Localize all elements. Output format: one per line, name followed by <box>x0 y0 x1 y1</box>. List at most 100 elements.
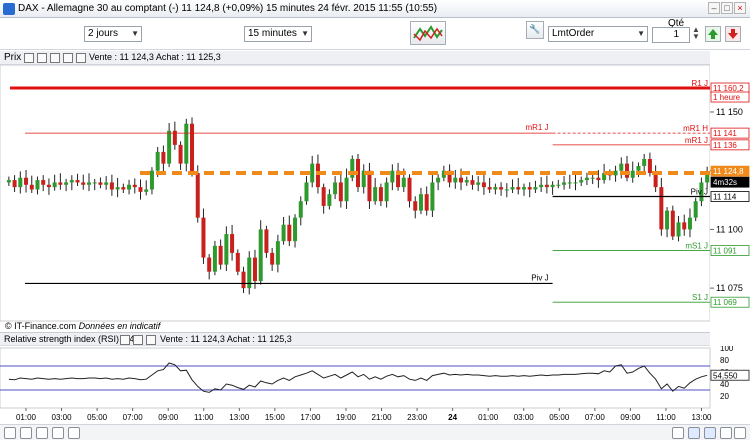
candle-body <box>470 180 475 185</box>
candle-body <box>304 182 309 202</box>
minimize-button[interactable]: – <box>708 2 720 14</box>
period-select[interactable]: 2 jours ▼ <box>84 26 142 42</box>
sell-button[interactable] <box>725 26 741 42</box>
level-label: mR1 H <box>683 124 708 133</box>
price-chart[interactable]: 11 15011 12511 10011 075mR1 JPiv JR1 JmR… <box>0 51 750 331</box>
candle-body <box>275 241 280 265</box>
candle-body <box>109 182 114 190</box>
window-icon[interactable] <box>133 335 143 345</box>
candle-body <box>92 182 97 184</box>
price-tag-label: 11 136 <box>713 141 737 150</box>
eraser-icon[interactable] <box>672 427 684 439</box>
candle-body <box>584 177 589 181</box>
candle-body <box>367 170 372 202</box>
candle-body <box>29 184 34 190</box>
candle-body <box>504 189 509 191</box>
wrench-icon: 🔧 <box>529 24 541 34</box>
candle-body <box>201 217 206 258</box>
candle-body <box>230 234 235 253</box>
wrench-button[interactable]: 🔧 <box>526 21 544 39</box>
candle-body <box>510 187 515 190</box>
candle-body <box>264 229 269 253</box>
candle-body <box>167 130 172 164</box>
close-button[interactable]: × <box>734 2 746 14</box>
candle-body <box>579 180 584 183</box>
candle-body <box>487 187 492 190</box>
close-icon[interactable] <box>146 335 156 345</box>
y-tick-label: 11 075 <box>716 283 743 293</box>
maximize-button[interactable]: □ <box>721 2 733 14</box>
candle-body <box>596 177 601 181</box>
level-label: S1 J <box>692 293 708 302</box>
candle-body <box>567 182 572 184</box>
candle-body <box>344 177 349 202</box>
candle-body <box>18 177 23 188</box>
line-tool-icon[interactable] <box>52 427 64 439</box>
x-tick-label: 03:00 <box>52 413 73 422</box>
zoom-out-icon[interactable] <box>734 427 746 439</box>
y-tick-label: 11 150 <box>716 107 743 117</box>
candle-body <box>619 163 624 171</box>
x-tick-label: 23:00 <box>407 413 428 422</box>
rsi-panel-header: Relative strength index (RSI) (14) Vente… <box>0 332 710 346</box>
wrench-icon[interactable] <box>120 335 130 345</box>
candle-body <box>647 158 652 174</box>
crosshair-icon[interactable] <box>36 427 48 439</box>
plot-area <box>0 64 711 322</box>
level-label: Piv J <box>531 273 548 282</box>
scroll-right-icon[interactable] <box>704 427 716 439</box>
x-tick-label: 21:00 <box>372 413 393 422</box>
candle-body <box>281 224 286 242</box>
candle-body <box>52 182 57 188</box>
disclaimer-label: Données en indicatif <box>78 321 161 331</box>
price-tag-label: 4m32s <box>713 178 737 187</box>
quantity-field[interactable]: 1 <box>652 27 690 43</box>
candle-body <box>138 187 143 192</box>
chevron-down-icon: ▼ <box>131 29 139 38</box>
candle-body <box>6 180 11 183</box>
rsi-tick-label: 20 <box>720 392 729 401</box>
candle-body <box>476 182 481 185</box>
candle-body <box>464 180 469 183</box>
buy-button[interactable] <box>705 26 721 42</box>
candle-body <box>562 182 567 185</box>
candle-body <box>252 257 257 282</box>
candle-body <box>224 234 229 265</box>
candle-body <box>258 229 263 282</box>
lock-icon[interactable] <box>4 427 16 439</box>
candle-body <box>687 217 692 230</box>
scroll-left-icon[interactable] <box>688 427 700 439</box>
candle-body <box>298 201 303 218</box>
quantity-value: 1 <box>673 29 679 40</box>
candle-body <box>590 177 595 179</box>
x-tick-label: 24 <box>448 413 457 422</box>
zoom-icon[interactable] <box>20 427 32 439</box>
candle-body <box>424 194 429 211</box>
order-type-select[interactable]: LmtOrder ▼ <box>548 26 648 42</box>
text-tool-icon[interactable] <box>68 427 80 439</box>
rsi-tick-label: 80 <box>720 356 729 365</box>
zoom-in-icon[interactable] <box>720 427 732 439</box>
price-tag-label: 11 069 <box>713 298 737 307</box>
quantity-stepper[interactable]: ▲ ▼ <box>692 26 700 41</box>
candle-body <box>161 151 166 164</box>
candle-body <box>81 182 86 185</box>
candle-body <box>430 182 435 211</box>
rsi-chart[interactable]: 1008060402054,55001:0003:0005:0007:0009:… <box>0 346 750 424</box>
interval-select-value: 15 minutes <box>248 28 297 39</box>
period-select-value: 2 jours <box>88 28 119 39</box>
candle-body <box>86 182 91 185</box>
price-tag-label: 11 141 <box>713 129 737 138</box>
candle-body <box>75 180 80 183</box>
strategy-button[interactable] <box>410 21 446 45</box>
candle-body <box>378 187 383 202</box>
x-tick-label: 19:00 <box>336 413 357 422</box>
candle-body <box>493 187 498 190</box>
interval-select[interactable]: 15 minutes ▼ <box>244 26 312 42</box>
candle-body <box>636 165 641 171</box>
candle-body <box>155 151 160 171</box>
level-label: mR1 J <box>685 136 708 145</box>
x-tick-label: 11:00 <box>656 413 676 422</box>
candle-body <box>527 187 532 190</box>
candle-body <box>533 187 538 190</box>
